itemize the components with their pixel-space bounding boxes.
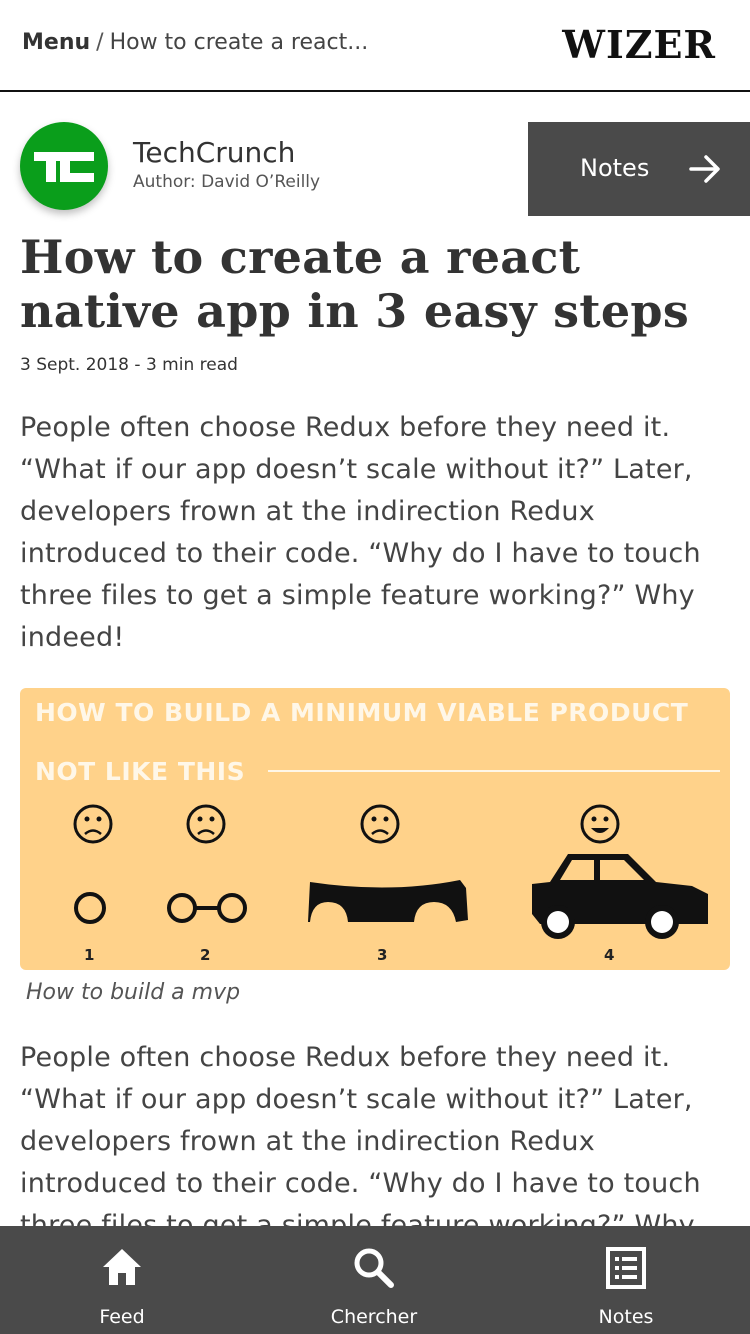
notes-button[interactable]: Notes [528, 122, 750, 216]
bottom-tab-bar: Feed Chercher Notes [0, 1226, 750, 1334]
article-title: How to create a react native app in 3 ea… [20, 230, 690, 338]
article-meta: 3 Sept. 2018 - 3 min read [20, 355, 238, 375]
breadcrumb: Menu / How to create a react... [22, 30, 368, 55]
tab-search-label: Chercher [330, 1306, 418, 1328]
top-bar: Menu / How to create a react... WIZER [0, 0, 750, 92]
figure-caption: How to build a mvp [26, 980, 241, 1005]
breadcrumb-current: How to create a react... [109, 30, 369, 55]
tab-feed[interactable]: Feed [32, 1226, 212, 1334]
step-number: 1 [84, 946, 95, 964]
arrow-right-icon [688, 152, 722, 190]
source-author: Author: David O’Reilly [133, 172, 321, 192]
article-paragraph: People often choose Redux before they ne… [20, 412, 701, 653]
search-icon [352, 1246, 396, 1294]
sad-face-icon [73, 804, 400, 844]
notes-button-label: Notes [580, 154, 650, 182]
mvp-illustration [73, 804, 708, 939]
brand-logo[interactable]: WIZER [562, 22, 716, 67]
home-icon [100, 1246, 144, 1292]
happy-face-icon [580, 804, 620, 844]
tab-feed-label: Feed [99, 1306, 145, 1328]
menu-link[interactable]: Menu [22, 30, 90, 55]
tab-notes-label: Notes [598, 1306, 654, 1328]
article-figure: HOW TO BUILD A MINIMUM VIABLE PRODUCT NO… [20, 688, 730, 970]
techcrunch-logo [20, 122, 108, 210]
tab-notes[interactable]: Notes [536, 1226, 716, 1334]
step-number: 3 [377, 946, 388, 964]
source-name: TechCrunch [133, 136, 296, 169]
step-number: 4 [604, 946, 615, 964]
list-icon [604, 1246, 648, 1294]
step-number: 2 [200, 946, 211, 964]
tab-search[interactable]: Chercher [284, 1226, 464, 1334]
breadcrumb-separator: / [96, 30, 104, 55]
